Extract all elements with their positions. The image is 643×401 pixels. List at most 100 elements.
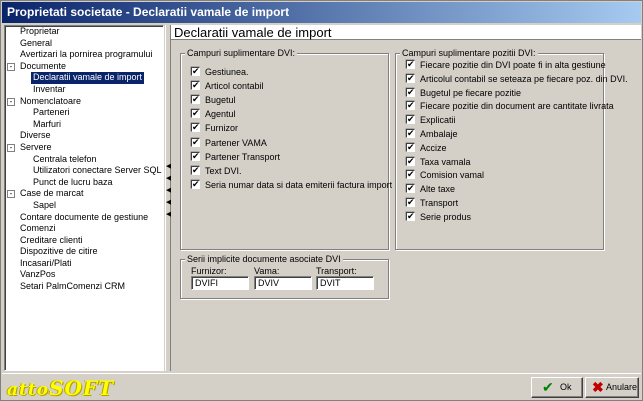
checkbox-checked-icon[interactable]	[406, 210, 415, 222]
tree-item[interactable]: VanzPos	[5, 269, 163, 281]
ok-button[interactable]: ✔ Ok	[531, 377, 583, 398]
tree-item-label: Punct de lucru baza	[33, 176, 113, 187]
tree-item[interactable]: Declaratii vamale de import	[5, 72, 163, 84]
tree-item[interactable]: Creditare clienti	[5, 235, 163, 247]
tree-item[interactable]: Utilizatori conectare Server SQL	[5, 165, 163, 177]
tree-item[interactable]: Parteneri	[5, 107, 163, 119]
tree-item[interactable]: Incasari/Plati	[5, 258, 163, 270]
tree-item[interactable]: - Case de marcat	[5, 188, 163, 200]
checkbox-label: Accize	[420, 142, 447, 153]
checkbox-checked-icon[interactable]	[406, 196, 415, 208]
tree-item[interactable]: Centrala telefon	[5, 154, 163, 166]
tree-item[interactable]: - Nomenclatoare	[5, 96, 163, 108]
tree-item[interactable]: Contare documente de gestiune	[5, 212, 163, 224]
tree-item[interactable]: Dispozitive de citire	[5, 246, 163, 258]
checkbox-label: Seria numar data si data emiterii factur…	[205, 179, 393, 190]
series-field-input[interactable]: DVIFI	[191, 276, 249, 290]
panel-title: Declaratii vamale de import	[171, 25, 641, 40]
tree-item[interactable]: Punct de lucru baza	[5, 177, 163, 189]
tree-item[interactable]: Marfuri	[5, 119, 163, 131]
checkbox-label: Fiecare pozitie din DVI poate fi in alta…	[420, 60, 606, 70]
tree-item[interactable]: General	[5, 38, 163, 50]
checkbox-label: Alte taxe	[420, 184, 456, 195]
tree-item[interactable]: Proprietar	[5, 26, 163, 38]
tree-item-label: Inventar	[33, 83, 66, 94]
checkbox-label: Taxa vamala	[420, 156, 471, 167]
tree-item[interactable]: Sapel	[5, 200, 163, 212]
tree-item-label: Contare documente de gestiune	[20, 211, 149, 222]
checkbox-checked-icon[interactable]	[406, 72, 415, 84]
checkbox-checked-icon[interactable]	[406, 182, 415, 194]
collapse-left-arrow-icon[interactable]: ◀	[166, 163, 171, 171]
checkbox-label: Explicatii	[420, 115, 456, 126]
series-field-label: Vama:	[254, 266, 280, 276]
dvi-fields-title: Campuri suplimentare DVI:	[185, 48, 298, 59]
tree-item-label: Centrala telefon	[33, 153, 97, 164]
tree-item-label: VanzPos	[20, 269, 56, 280]
checkmark-icon: ✔	[542, 379, 554, 395]
default-series-title: Serii implicite documente asociate DVI	[185, 254, 343, 265]
checkbox-checked-icon[interactable]	[191, 107, 200, 119]
tree-item-label: Sapel	[33, 199, 57, 210]
checkbox-checked-icon[interactable]	[191, 178, 200, 190]
tree-item[interactable]: - Servere	[5, 142, 163, 154]
checkbox-label: Fiecare pozitie din document are cantita…	[420, 101, 614, 112]
checkbox-label: Text DVI.	[205, 165, 242, 176]
tree-item-label: Case de marcat	[20, 188, 84, 199]
tree-item-label: Diverse	[20, 130, 51, 141]
checkbox-checked-icon[interactable]	[191, 164, 200, 176]
attosoft-logo: attoSOFT	[7, 376, 115, 400]
checkbox-label: Partener VAMA	[205, 137, 267, 148]
checkbox-checked-icon[interactable]	[406, 141, 415, 153]
collapse-left-arrow-icon[interactable]: ◀	[166, 199, 171, 207]
cancel-button[interactable]: ✖ Anulare	[585, 377, 639, 398]
tree-item[interactable]: Avertizari la pornirea programului	[5, 49, 163, 61]
tree-item[interactable]: Diverse	[5, 130, 163, 142]
checkbox-checked-icon[interactable]	[406, 99, 415, 111]
checkbox-checked-icon[interactable]	[406, 127, 415, 139]
checkbox-checked-icon[interactable]	[191, 93, 200, 105]
tree-collapse-icon[interactable]: -	[7, 97, 15, 106]
checkbox-label: Transport	[420, 198, 459, 208]
series-field-input[interactable]: DVIT	[316, 276, 374, 290]
tree-collapse-icon[interactable]: -	[7, 143, 15, 152]
tree-item-label: Incasari/Plati	[20, 257, 72, 268]
checkbox-checked-icon[interactable]	[406, 168, 415, 180]
checkbox-label: Bugetul	[205, 95, 236, 106]
tree-item[interactable]: Comenzi	[5, 223, 163, 235]
window-title: Proprietati societate - Declaratii vamal…	[2, 2, 641, 23]
tree-item[interactable]: Setari PalmComenzi CRM	[5, 281, 163, 293]
checkbox-checked-icon[interactable]	[191, 79, 200, 91]
checkbox-label: Furnizor	[205, 123, 239, 134]
ok-button-label: Ok	[560, 382, 572, 392]
tree-item[interactable]: - Documente	[5, 61, 163, 73]
dvi-fields-group: Campuri suplimentare DVI: Gestiunea. Arti…	[180, 48, 393, 250]
checkbox-label: Serie produs	[420, 211, 472, 222]
tree-item-label: Marfuri	[33, 118, 62, 129]
checkbox-checked-icon[interactable]	[406, 58, 415, 70]
tree-item-label: Declaratii vamale de import	[31, 72, 145, 84]
series-field-label: Transport:	[316, 266, 357, 276]
collapse-left-arrow-icon[interactable]: ◀	[166, 187, 171, 195]
checkbox-checked-icon[interactable]	[191, 121, 200, 133]
tree-item[interactable]: Inventar	[5, 84, 163, 96]
tree-item-label: Nomenclatoare	[20, 95, 82, 106]
checkbox-checked-icon[interactable]	[191, 65, 200, 77]
tree-item-label: Proprietar	[20, 26, 60, 36]
position-fields-title: Campuri suplimentare pozitii DVI:	[400, 48, 538, 59]
checkbox-checked-icon[interactable]	[406, 86, 415, 98]
tree-collapse-icon[interactable]: -	[7, 62, 15, 71]
checkbox-label: Bugetul pe fiecare pozitie	[420, 87, 522, 98]
collapse-left-arrow-icon[interactable]: ◀	[166, 211, 171, 219]
series-field-input[interactable]: DVIV	[254, 276, 312, 290]
tree-item-label: General	[20, 37, 53, 48]
checkbox-checked-icon[interactable]	[406, 113, 415, 125]
tree-collapse-icon[interactable]: -	[7, 190, 15, 199]
checkbox-checked-icon[interactable]	[191, 136, 200, 148]
settings-tree[interactable]: Proprietar General Avertizari la pornirea …	[4, 25, 164, 371]
checkbox-checked-icon[interactable]	[406, 155, 415, 167]
checkbox-checked-icon[interactable]	[191, 150, 200, 162]
cancel-button-label: Anulare	[606, 382, 638, 392]
tree-item-label: Comenzi	[20, 223, 56, 234]
collapse-left-arrow-icon[interactable]: ◀	[166, 175, 171, 183]
